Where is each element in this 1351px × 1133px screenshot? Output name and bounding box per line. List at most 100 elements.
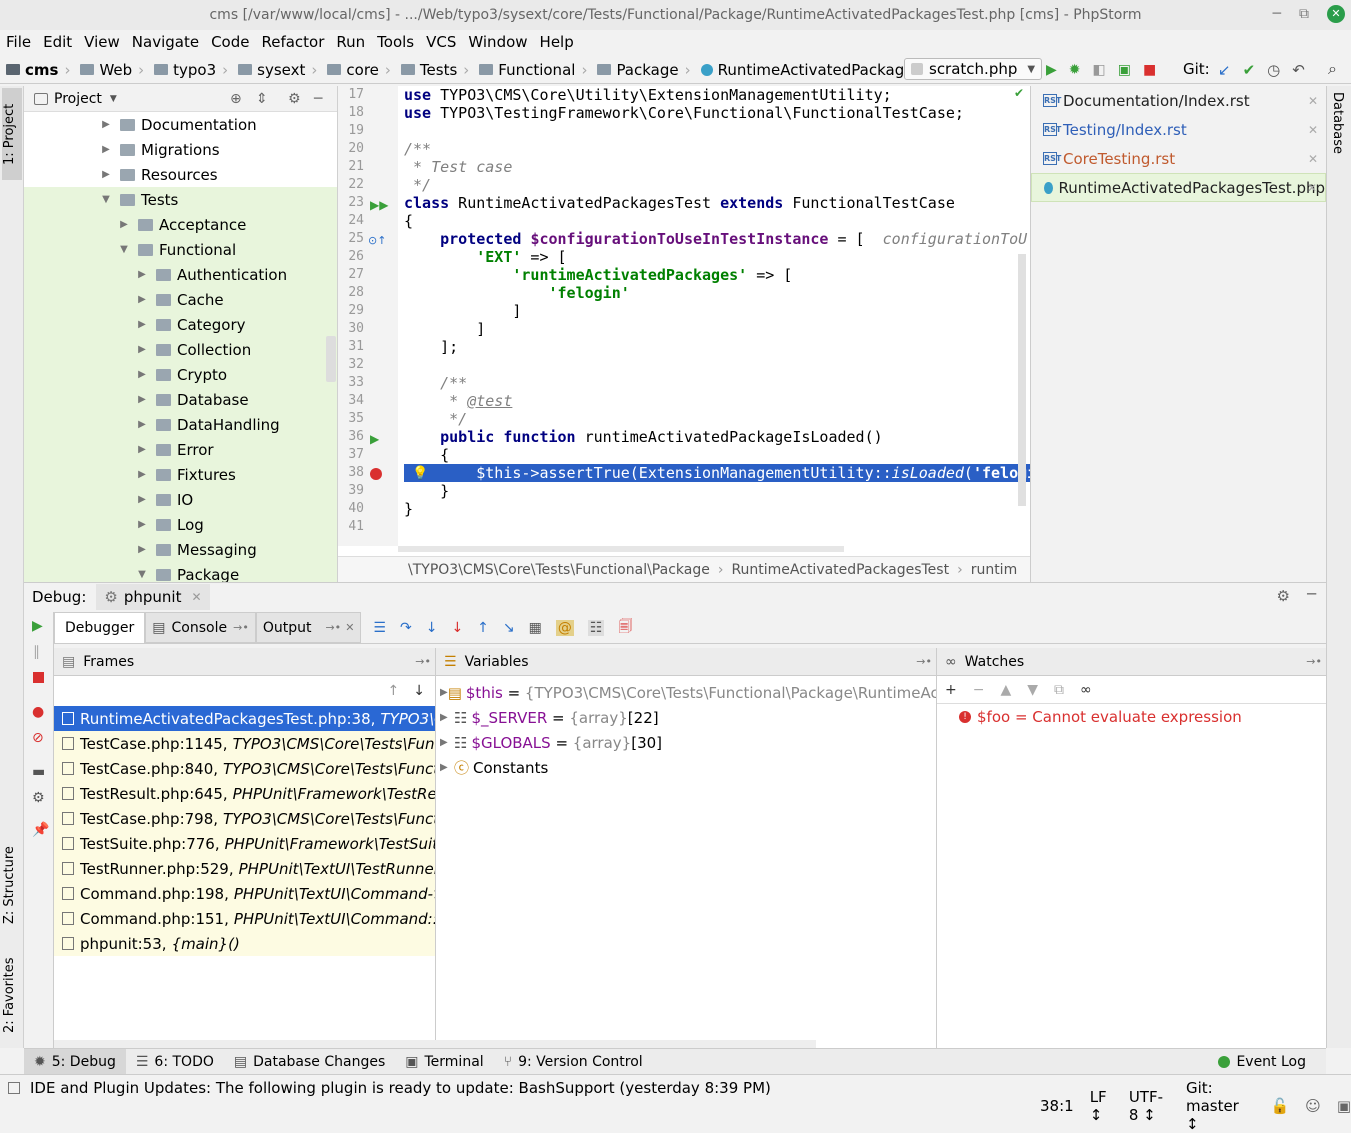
step-out-icon[interactable]: ↑ — [477, 620, 489, 636]
tab-favorites[interactable]: 2: Favorites — [2, 948, 22, 1042]
menu-item-tools[interactable]: Tools — [371, 33, 420, 51]
chevron-right-icon[interactable]: ▶ — [100, 119, 112, 130]
pin-icon[interactable]: 📌 — [32, 822, 49, 838]
variable-row[interactable]: ▶ ☷ $_SERVER = {array} [22] — [436, 705, 936, 730]
git-branch[interactable]: Git: master ↕ — [1186, 1079, 1255, 1133]
resume-icon[interactable]: ▶ — [32, 618, 43, 634]
tree-item[interactable]: ▶ Documentation — [24, 112, 337, 137]
code-editor[interactable]: 17 18 19 20 21 22 23 24 25 26 27 28 29 30 31 32 33 34 35 36… — [338, 86, 1030, 582]
variable-row[interactable]: ▶ ▤ $this = {TYPO3\CMS\Core\Tests\Function… — [436, 680, 936, 705]
variable-row[interactable]: ▶ ⓒ Constants — [436, 755, 936, 780]
step-over-icon[interactable]: ↷ — [400, 620, 412, 636]
git-revert-icon[interactable]: ↶ — [1292, 61, 1305, 79]
chevron-down-icon[interactable]: ▼ — [136, 569, 148, 580]
editor-breadcrumb-item[interactable]: runtim — [971, 562, 1018, 578]
git-history-icon[interactable]: ◷ — [1267, 61, 1280, 79]
tree-item[interactable]: ▶ Collection — [24, 337, 337, 362]
frame-row[interactable]: Command.php:151,PHPUnit\TextUI\Command::… — [54, 906, 435, 931]
collapse-all-icon[interactable]: ⇕ — [256, 91, 268, 107]
chevron-right-icon[interactable]: ▶ — [136, 344, 148, 355]
layout-icon[interactable]: ▬ — [32, 764, 45, 780]
tab-structure[interactable]: Z: Structure — [2, 840, 22, 930]
editor-scrollbar[interactable] — [1018, 254, 1026, 506]
breadcrumb-item[interactable]: cms › — [0, 61, 74, 79]
tree-item[interactable]: ▶ Authentication — [24, 262, 337, 287]
menu-item-run[interactable]: Run — [330, 33, 371, 51]
mute-breakpoints-icon[interactable]: ⊘ — [32, 730, 44, 746]
hide-panel-icon[interactable]: ─ — [1307, 585, 1316, 603]
breadcrumb-item[interactable]: sysext › — [232, 61, 321, 79]
stop-icon[interactable] — [33, 672, 44, 683]
tab-output[interactable]: Output →• ✕ — [255, 612, 362, 643]
chevron-right-icon[interactable]: ▶ — [136, 444, 148, 455]
minimize-icon[interactable]: ─ — [1273, 6, 1281, 22]
run-to-cursor-icon[interactable]: ↘ — [503, 620, 515, 636]
code-area[interactable]: use TYPO3\CMS\Core\Utility\ExtensionMana… — [404, 86, 1030, 546]
chevron-right-icon[interactable]: ▶ — [440, 737, 454, 748]
frame-row[interactable]: TestResult.php:645, PHPUnit\Framework\Tes… — [54, 781, 435, 806]
chevron-right-icon[interactable]: ▶ — [136, 519, 148, 530]
coverage-icon[interactable]: ◧ — [1093, 62, 1106, 78]
tab-terminal[interactable]: ▣ Terminal — [395, 1049, 493, 1075]
menu-item-refactor[interactable]: Refactor — [255, 33, 330, 51]
project-scrollbar[interactable] — [326, 336, 336, 382]
pin-icon[interactable]: →• — [233, 621, 249, 634]
profile-icon[interactable]: ▣ — [1118, 62, 1131, 78]
link-icon[interactable]: ∞ — [1080, 682, 1092, 698]
watch-icon[interactable]: @ — [555, 619, 574, 636]
chevron-down-icon[interactable]: ▼ — [118, 244, 130, 255]
tree-item[interactable]: ▶ DataHandling — [24, 412, 337, 437]
chevron-right-icon[interactable]: ▶ — [136, 319, 148, 330]
move-up-icon[interactable]: ▲ — [1000, 682, 1011, 698]
breadcrumb-item[interactable]: Functional › — [473, 61, 591, 79]
menu-item-file[interactable]: File — [0, 33, 37, 51]
breadcrumb-item[interactable]: Tests › — [395, 61, 473, 79]
open-file-item[interactable]: RST Documentation/Index.rst ✕ — [1031, 86, 1326, 115]
project-panel-title[interactable]: Project — [54, 91, 102, 107]
menu-item-help[interactable]: Help — [534, 33, 580, 51]
gear-icon[interactable]: ⚙ — [1277, 587, 1290, 605]
menu-item-window[interactable]: Window — [462, 33, 533, 51]
arrow-down-icon[interactable]: ↓ — [413, 683, 425, 699]
debug-session-tab[interactable]: ⚙ phpunit ✕ — [96, 583, 210, 610]
frame-row[interactable]: Command.php:198,PHPUnit\TextUI\Command->… — [54, 881, 435, 906]
chevron-right-icon[interactable]: ▶ — [136, 494, 148, 505]
frame-row[interactable]: TestCase.php:840, TYPO3\CMS\Core\Tests\Fu… — [54, 756, 435, 781]
stop-icon[interactable]: ■ — [1143, 62, 1156, 78]
chevron-right-icon[interactable]: ▶ — [100, 169, 112, 180]
editor-breadcrumb-item[interactable]: \TYPO3\CMS\Core\Tests\Functional\Package — [408, 562, 710, 578]
menu-item-navigate[interactable]: Navigate — [126, 33, 205, 51]
tab-project[interactable]: 1: Project — [2, 88, 22, 180]
clear-icon[interactable]: 🗐 — [618, 616, 632, 640]
pin-icon[interactable]: →• — [325, 621, 341, 634]
breadcrumb-item[interactable]: typo3 › — [148, 61, 232, 79]
hide-panel-icon[interactable]: ─ — [314, 91, 322, 107]
run-config-select[interactable]: scratch.php ▼ — [904, 58, 1043, 80]
step-into-icon[interactable]: ↓ — [426, 620, 438, 636]
frame-row[interactable]: TestSuite.php:776, PHPUnit\Framework\Test… — [54, 831, 435, 856]
frame-row[interactable]: phpunit:53, {main}() — [54, 931, 435, 956]
close-icon[interactable]: ✕ — [1308, 94, 1318, 108]
chevron-right-icon[interactable]: ▶ — [440, 712, 454, 723]
pin-icon[interactable]: →• — [1306, 655, 1322, 668]
close-icon[interactable]: ✕ — [1307, 181, 1317, 195]
pin-icon[interactable]: →• — [916, 655, 932, 668]
git-update-icon[interactable]: ↙ — [1218, 61, 1231, 79]
run-method-gutter-icon[interactable]: ▶ — [370, 432, 379, 446]
tab-database-changes[interactable]: ▤ Database Changes — [224, 1049, 395, 1075]
git-commit-icon[interactable]: ✔ — [1243, 61, 1256, 79]
pause-icon[interactable]: ∥ — [33, 644, 40, 660]
tree-item[interactable]: ▼ Tests — [24, 187, 337, 212]
tree-item[interactable]: ▼ Functional — [24, 237, 337, 262]
locate-icon[interactable]: ⊕ — [230, 91, 242, 107]
tree-item[interactable]: ▶ Cache — [24, 287, 337, 312]
run-icon[interactable]: ▶ — [1046, 62, 1057, 78]
gear-icon[interactable]: ⚙ — [288, 91, 301, 107]
override-gutter-icon[interactable]: ⊙↑ — [368, 234, 386, 247]
line-separator[interactable]: LF ↕ — [1090, 1088, 1113, 1124]
chevron-right-icon[interactable]: ▶ — [136, 419, 148, 430]
open-file-item[interactable]: RST CoreTesting.rst ✕ — [1031, 144, 1326, 173]
open-file-item[interactable]: RST Testing/Index.rst ✕ — [1031, 115, 1326, 144]
editor-breadcrumb-item[interactable]: RuntimeActivatedPackagesTest — [731, 562, 949, 578]
chevron-right-icon[interactable]: ▶ — [136, 394, 148, 405]
